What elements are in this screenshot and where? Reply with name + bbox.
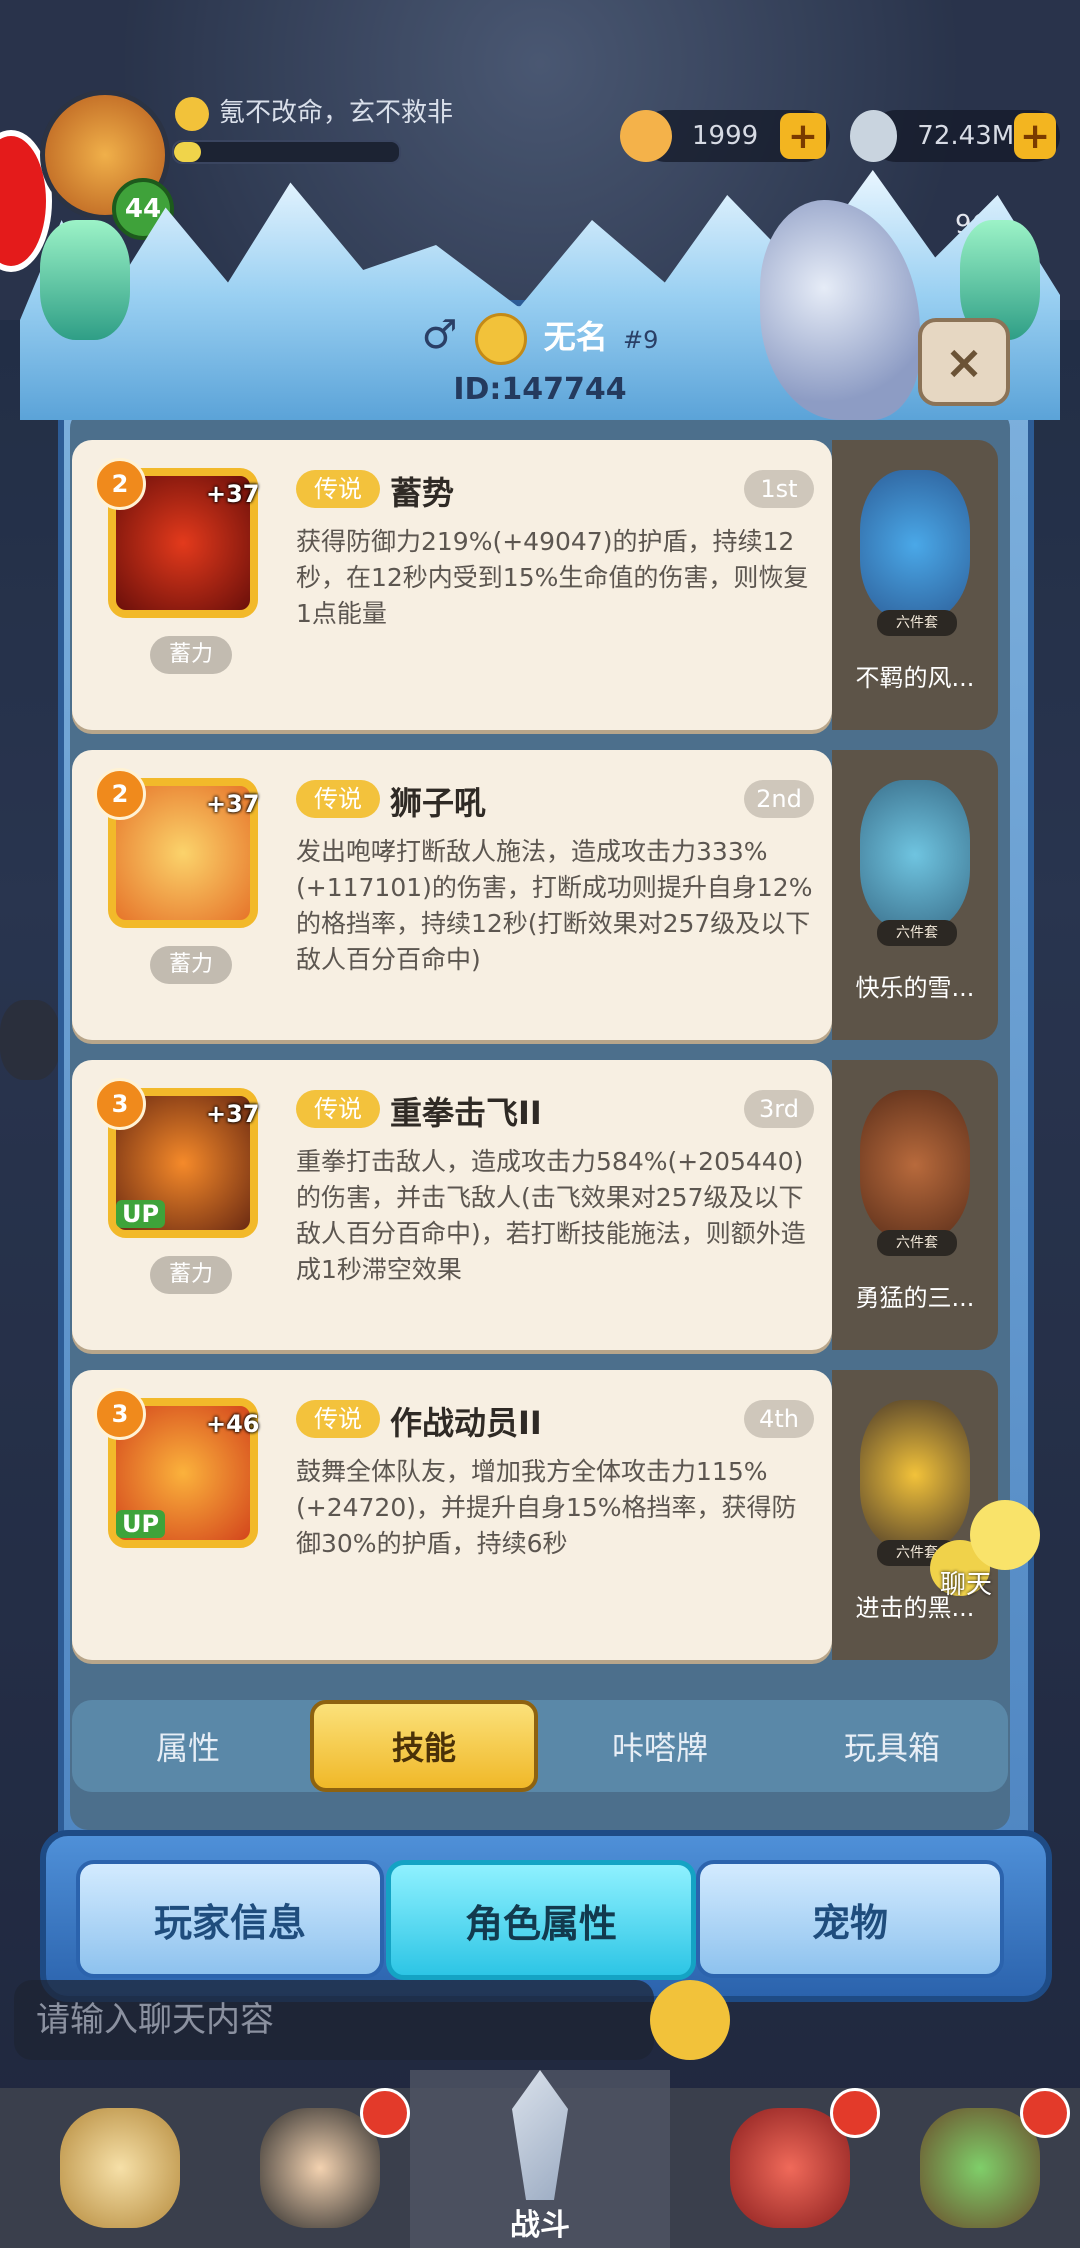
skill-bonus: +37 [206,480,260,508]
sub-tab-bar: 属性 技能 咔嗒牌 玩具箱 [72,1700,1008,1792]
character-icon [920,2108,1040,2228]
close-button[interactable]: × [918,318,1010,406]
skill-card[interactable]: 2 +37 蓄力 传说 蓄势 1st 获得防御力219%(+49047)的护盾，… [72,440,832,730]
skill-name: 作战动员II [390,1404,542,1442]
skill-bonus: +37 [206,790,260,818]
nav-battle[interactable]: 战斗 [410,2070,670,2248]
chat-float-button[interactable]: 聊天 [930,1500,1050,1600]
character-icon [260,2108,380,2228]
add-shell-button[interactable]: + [780,113,826,159]
notification-bell-icon [1020,2088,1070,2138]
skill-level-badge: 3 [94,1388,146,1440]
nav-battle-label: 战斗 [510,2208,570,2243]
tab-skills[interactable]: 技能 [310,1700,538,1792]
skill-card[interactable]: 3 +46 UP 传说 作战动员II 4th 鼓舞全体队友，增加我方全体攻击力1… [72,1370,832,1660]
xp-bar [172,140,401,164]
chat-smiley-icon [970,1500,1040,1570]
coin-resource: 72.43M + [850,110,1060,162]
charge-tag: 蓄力 [150,946,232,984]
cloud-coin-icon [850,110,898,162]
skill-bonus: +37 [206,1100,260,1128]
skill-card[interactable]: 3 +37 UP 蓄力 传说 重拳击飞II 3rd 重拳打击敌人，造成攻击力58… [72,1060,832,1350]
pet-name: 不羁的风... [855,664,975,692]
skill-name: 重拳击飞II [390,1094,542,1132]
pet-slot[interactable]: 六件套 快乐的雪... [832,750,998,1040]
chat-input[interactable]: 请输入聊天内容 [14,1980,654,2060]
skill-rank: 3rd [744,1090,814,1128]
pet-figure [860,1090,970,1240]
skill-name: 狮子吼 [390,784,487,822]
shell-resource: 1999 + [620,110,830,162]
smiley-icon [175,96,209,131]
emoji-button[interactable] [650,1980,730,2060]
pet-name: 勇猛的三... [855,1284,975,1312]
name-badge-icon [474,313,527,365]
legend-tag: 传说 [296,1400,380,1438]
notification-bell-icon [360,2088,410,2138]
tab-player-info[interactable]: 玩家信息 [76,1860,384,1978]
tab-attributes[interactable]: 属性 [78,1704,298,1788]
tab-card[interactable]: 咔嗒牌 [550,1704,770,1788]
player-name: 无名 [543,318,608,356]
nav-character-1[interactable] [20,2088,220,2248]
nav-character-4[interactable] [880,2088,1080,2248]
pet-set-tag: 六件套 [877,610,957,636]
side-decoration [0,1000,60,1080]
xp-bar-fill [174,142,201,162]
legend-tag: 传说 [296,780,380,818]
charge-tag: 蓄力 [150,1256,232,1294]
pet-name: 快乐的雪... [855,974,975,1002]
nav-character-2[interactable] [220,2088,420,2248]
chat-float-label: 聊天 [940,1570,993,1600]
skill-rank: 1st [744,470,814,508]
pet-figure [860,780,970,930]
notification-bell-icon [830,2088,880,2138]
skill-description: 获得防御力219%(+49047)的护盾，持续12秒，在12秒内受到15%生命值… [296,527,809,628]
skill-bonus: +46 [206,1410,260,1438]
tab-toybox[interactable]: 玩具箱 [782,1704,1002,1788]
pet-set-tag: 六件套 [877,1230,957,1256]
pet-slot[interactable]: 六件套 勇猛的三... [832,1060,998,1350]
main-tab-bar: 玩家信息 角色属性 宠物 [40,1830,1052,2002]
tab-character-attributes[interactable]: 角色属性 [386,1860,696,1980]
up-tag: UP [116,1510,166,1538]
coin-count: 72.43M [917,121,1015,151]
shell-icon [620,110,672,162]
player-motto: 氪不改命，玄不救非 [175,92,453,131]
shell-count: 1999 [692,121,759,151]
motto-text: 氪不改命，玄不救非 [219,98,454,128]
skill-rank: 2nd [744,780,814,818]
charge-tag: 蓄力 [150,636,232,674]
character-icon [730,2108,850,2228]
skill-card[interactable]: 2 +37 蓄力 传说 狮子吼 2nd 发出咆哮打断敌人施法，造成攻击力333%… [72,750,832,1040]
up-tag: UP [116,1200,166,1228]
sword-icon [512,2070,568,2200]
skill-description: 重拳打击敌人，造成攻击力584%(+205440)的伤害，并击飞敌人(击飞效果对… [296,1147,806,1284]
pet-figure [860,470,970,620]
skill-rank: 4th [744,1400,814,1438]
pet-slot[interactable]: 六件套 不羁的风... [832,440,998,730]
skill-description: 鼓舞全体队友，增加我方全体攻击力115%(+24720)，并提升自身15%格挡率… [296,1457,797,1558]
skill-level-badge: 2 [94,458,146,510]
legend-tag: 传说 [296,1090,380,1128]
legend-tag: 传说 [296,470,380,508]
skill-name: 蓄势 [390,474,455,512]
skill-description: 发出咆哮打断敌人施法，造成攻击力333%(+117101)的伤害，打断成功则提升… [296,837,813,974]
add-coin-button[interactable]: + [1014,113,1056,159]
nav-character-3[interactable] [690,2088,890,2248]
skill-level-badge: 2 [94,768,146,820]
player-rank: #9 [622,326,659,354]
male-gender-icon: ♂ [421,312,458,358]
pet-set-tag: 六件套 [877,920,957,946]
character-icon [60,2108,180,2228]
tab-pets[interactable]: 宠物 [696,1860,1004,1978]
skill-level-badge: 3 [94,1078,146,1130]
